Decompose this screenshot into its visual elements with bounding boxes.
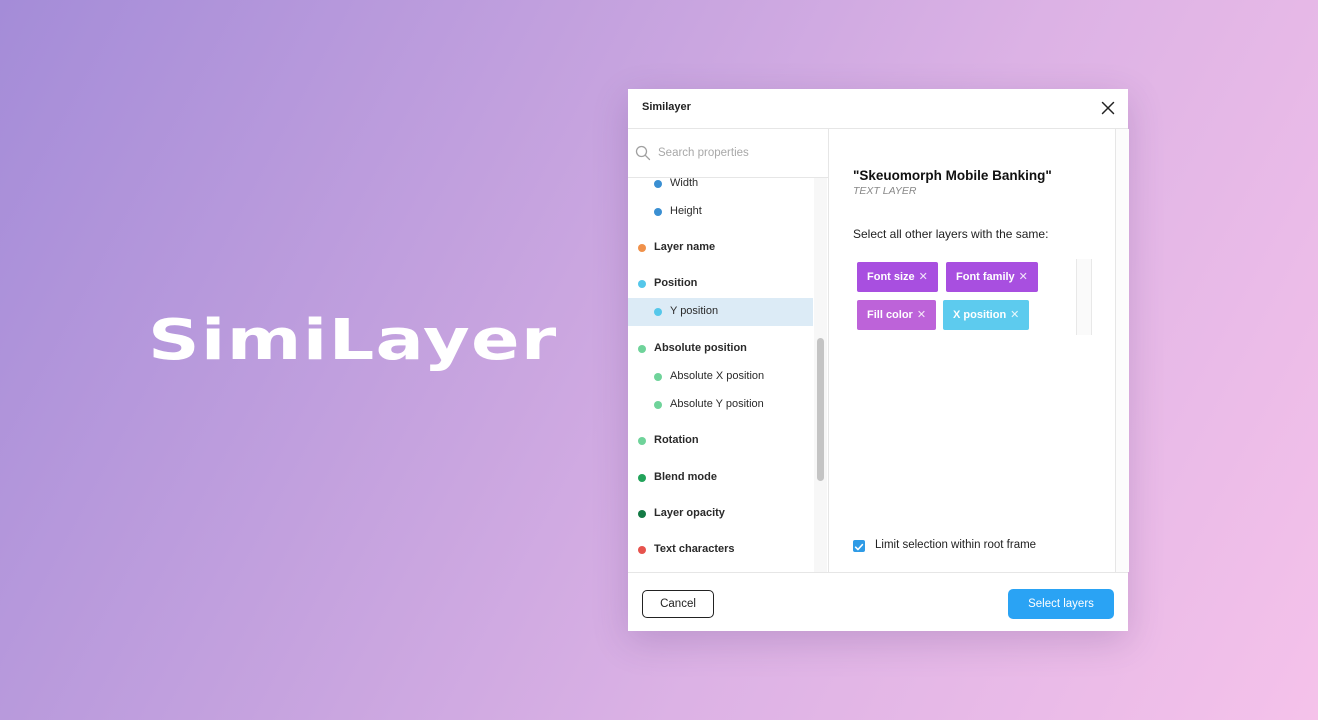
property-label: Absolute position	[654, 342, 747, 354]
property-label: Rotation	[654, 434, 699, 446]
property-chip[interactable]: Fill color ✕	[857, 300, 937, 330]
select-layers-button[interactable]: Select layers	[1008, 589, 1114, 619]
property-item[interactable]: Width	[628, 170, 813, 198]
remove-chip-icon[interactable]: ✕	[1010, 309, 1019, 321]
property-color-dot	[654, 373, 662, 381]
chips-scrollbar[interactable]	[1076, 259, 1092, 335]
property-label: Layer opacity	[654, 507, 725, 519]
property-label: Position	[654, 277, 698, 289]
search-icon	[635, 145, 651, 161]
dialog-header: Similayer	[628, 89, 1128, 129]
instruction-text: Select all other layers with the same:	[853, 227, 1049, 241]
close-button[interactable]	[1096, 96, 1120, 120]
search-input[interactable]	[658, 143, 818, 163]
similayer-dialog: Similayer Width Height Layer name Position Y…	[628, 89, 1129, 632]
property-label: Text characters	[654, 543, 735, 555]
remove-chip-icon[interactable]: ✕	[1019, 271, 1028, 283]
property-color-dot	[638, 474, 646, 482]
chip-label: Font size	[867, 271, 915, 283]
chip-label: Fill color	[867, 309, 913, 321]
chip-label: X position	[953, 309, 1007, 321]
similayer-wordmark: SimiLayer	[148, 308, 558, 373]
property-color-dot	[654, 180, 662, 188]
chip-label: Font family	[956, 271, 1015, 283]
property-color-dot	[654, 208, 662, 216]
layer-name: "Skeuomorph Mobile Banking"	[853, 168, 1052, 183]
dialog-footer: Cancel Select layers	[628, 572, 1128, 632]
property-label: Y position	[670, 305, 719, 317]
property-chip[interactable]: Font size ✕	[857, 262, 938, 292]
limit-selection-label: Limit selection within root frame	[875, 539, 1037, 551]
properties-panel: Width Height Layer name Position Y position A…	[628, 129, 829, 572]
check-icon	[854, 543, 864, 551]
property-label: Width	[670, 177, 699, 189]
property-color-dot	[654, 308, 662, 316]
property-color-dot	[638, 280, 646, 288]
property-color-dot	[638, 437, 646, 445]
layer-type: TEXT LAYER	[853, 185, 917, 197]
property-item[interactable]: Absolute X position	[628, 363, 813, 391]
property-item[interactable]: Layer name	[628, 234, 813, 262]
property-item[interactable]: Rotation	[628, 427, 813, 455]
property-color-dot	[638, 244, 646, 252]
property-chip[interactable]: X position ✕	[943, 300, 1030, 330]
property-chip[interactable]: Font family ✕	[946, 262, 1038, 292]
property-item[interactable]: Absolute position	[628, 335, 813, 363]
property-label: Absolute Y position	[670, 398, 764, 410]
property-label: Height	[670, 205, 702, 217]
property-item[interactable]: Position	[628, 270, 813, 298]
dialog-title: Similayer	[642, 101, 691, 113]
property-color-dot	[654, 401, 662, 409]
close-icon	[1101, 101, 1115, 115]
properties-scroll-thumb[interactable]	[817, 338, 824, 481]
property-item[interactable]: Layer opacity	[628, 500, 813, 528]
selection-panel: "Skeuomorph Mobile Banking" TEXT LAYER S…	[829, 129, 1115, 572]
property-color-dot	[638, 546, 646, 554]
property-item[interactable]: Blend mode	[628, 464, 813, 492]
selection-scrollbar[interactable]	[1115, 129, 1129, 572]
property-label: Absolute X position	[670, 370, 765, 382]
property-color-dot	[638, 345, 646, 353]
property-item[interactable]: Y position	[628, 298, 813, 326]
properties-scrollbar[interactable]	[814, 178, 827, 572]
property-item[interactable]: Text characters	[628, 536, 813, 564]
property-color-dot	[638, 510, 646, 518]
property-item[interactable]: Height	[628, 198, 813, 226]
property-label: Blend mode	[654, 471, 717, 483]
limit-selection-checkbox[interactable]	[853, 540, 865, 552]
property-item[interactable]: Absolute Y position	[628, 391, 813, 419]
remove-chip-icon[interactable]: ✕	[917, 309, 926, 321]
remove-chip-icon[interactable]: ✕	[919, 271, 928, 283]
cancel-button[interactable]: Cancel	[642, 590, 714, 618]
property-label: Layer name	[654, 241, 716, 253]
